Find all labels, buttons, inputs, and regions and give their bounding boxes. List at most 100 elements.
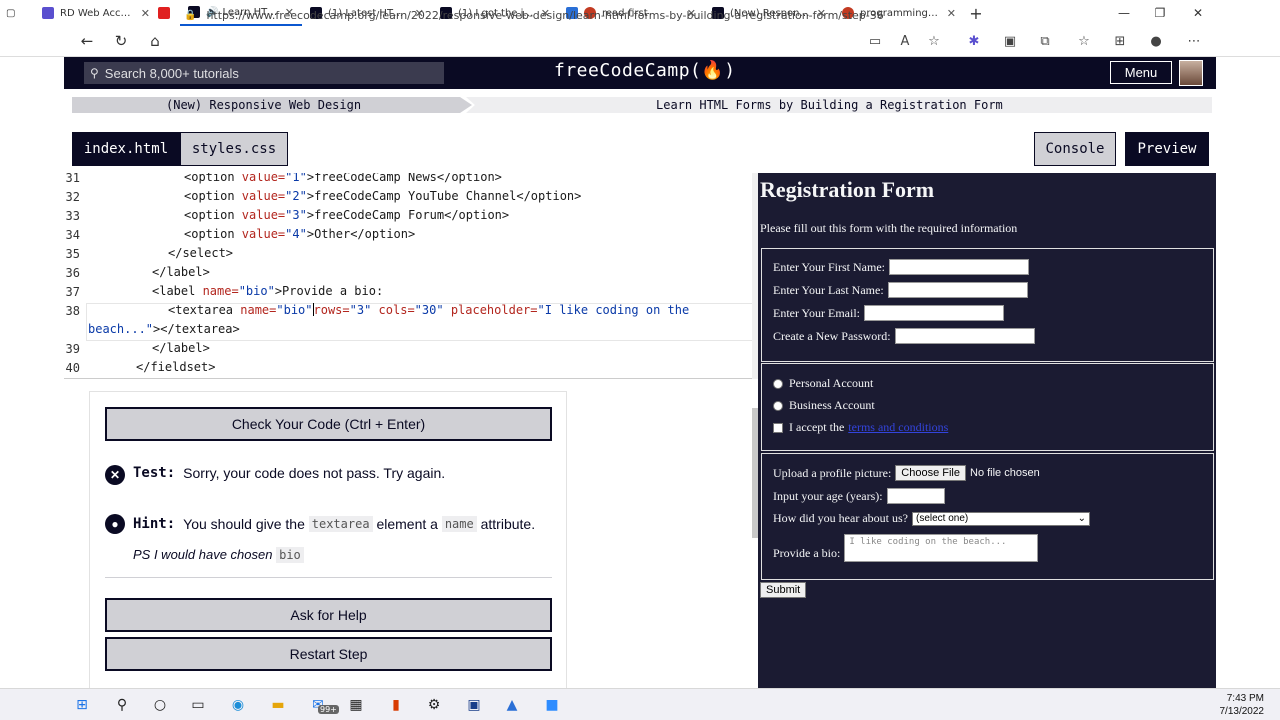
- upload-label: Upload a profile picture:: [773, 465, 892, 480]
- form-title: Registration Form: [760, 177, 935, 202]
- last-name-input[interactable]: [887, 282, 1028, 298]
- check-code-button[interactable]: Check Your Code (Ctrl + Enter): [105, 407, 552, 441]
- referrer-select[interactable]: (select one) ⌄: [911, 511, 1090, 526]
- profile-icon[interactable]: ●: [1144, 30, 1168, 52]
- preview-button[interactable]: Preview: [1125, 132, 1209, 166]
- collections-icon[interactable]: ⊞: [1108, 30, 1132, 52]
- code-line-33: <option value="3">freeCodeCamp Forum</op…: [184, 208, 510, 222]
- fcc-logo[interactable]: freeCodeCamp(🔥): [554, 60, 736, 81]
- chevron-down-icon: ⌄: [1077, 513, 1086, 524]
- browser-tab-rd-web-access[interactable]: RD Web Access ✕: [34, 0, 158, 26]
- search-input[interactable]: ⚲ Search 8,000+ tutorials: [84, 62, 444, 84]
- code-line-39: </label>: [152, 341, 210, 355]
- menu-button[interactable]: Menu: [1110, 61, 1172, 84]
- age-label: Input your age (years):: [773, 488, 883, 503]
- code-editor[interactable]: 31 32 33 34 35 36 37 38 39 40 <option va…: [64, 173, 758, 379]
- personal-account-label: Personal Account: [789, 376, 874, 390]
- code-line-34: <option value="4">Other</option>: [184, 227, 416, 241]
- personal-account-radio[interactable]: [773, 378, 783, 389]
- code-line-38-wrap: beach..."></textarea>: [88, 322, 240, 336]
- test-feedback-card: Check Your Code (Ctrl + Enter) ✕ Test: S…: [89, 391, 567, 688]
- search-icon: ⚲: [90, 66, 99, 80]
- test-message: ✕ Test: Sorry, your code does not pass. …: [105, 465, 445, 485]
- search-icon[interactable]: ⚲: [108, 693, 136, 717]
- tab-index-html[interactable]: index.html: [72, 132, 180, 166]
- maximize-icon[interactable]: ❐: [1142, 0, 1178, 26]
- breadcrumb-course[interactable]: (New) Responsive Web Design: [72, 97, 472, 113]
- line-number: 33: [65, 209, 80, 223]
- minimize-icon[interactable]: —: [1106, 0, 1142, 26]
- referrer-select-value: (select one): [915, 513, 969, 524]
- extension-icon[interactable]: ✱: [962, 30, 986, 52]
- terms-link[interactable]: terms and conditions: [848, 420, 948, 435]
- refresh-icon[interactable]: ↻: [104, 26, 138, 57]
- file-explorer-icon[interactable]: ▬: [264, 693, 292, 717]
- extension-2-icon[interactable]: ▣: [998, 30, 1022, 52]
- terms-checkbox[interactable]: [773, 422, 783, 433]
- line-number: 36: [65, 266, 80, 280]
- bio-textarea[interactable]: I like coding on the beach...: [844, 534, 1039, 562]
- read-aloud-icon[interactable]: A: [893, 30, 917, 52]
- more-menu-icon[interactable]: ⋯: [1182, 30, 1206, 52]
- terms-label: I accept the: [789, 420, 845, 434]
- zoom-icon[interactable]: ■: [538, 693, 566, 717]
- code-line-37: <label name="bio">Provide a bio:: [152, 284, 384, 298]
- password-row: Create a New Password:: [773, 328, 1035, 344]
- store-icon[interactable]: ▦: [342, 693, 370, 717]
- tab-styles-css[interactable]: styles.css: [180, 132, 288, 166]
- url-text: https://www.freecodecamp.org/learn/2022/…: [206, 8, 884, 22]
- cortana-icon[interactable]: ○: [146, 693, 174, 717]
- photos-icon[interactable]: ▲: [498, 693, 526, 717]
- line-number: 32: [65, 190, 80, 204]
- preview-pane: Registration Form Please fill out this f…: [758, 173, 1216, 688]
- password-input[interactable]: [894, 328, 1035, 344]
- upload-row: Upload a profile picture: Choose File No…: [773, 465, 1040, 481]
- personal-account-row: Personal Account: [773, 376, 873, 391]
- close-tab-icon[interactable]: ✕: [947, 7, 956, 20]
- office-icon[interactable]: ▮: [382, 693, 410, 717]
- tab-actions-icon[interactable]: ▢: [0, 0, 24, 26]
- hint-code-textarea: textarea: [308, 516, 373, 532]
- extensions-puzzle-icon[interactable]: ⧉: [1033, 30, 1057, 52]
- console-button[interactable]: Console: [1034, 132, 1116, 166]
- hint-message: ● Hint: You should give the textarea ele…: [105, 514, 535, 534]
- home-icon[interactable]: ⌂: [138, 26, 172, 57]
- favorite-star-icon[interactable]: ☆: [922, 30, 946, 52]
- email-input[interactable]: [864, 305, 1004, 321]
- breadcrumb: (New) Responsive Web Design Learn HTML F…: [64, 89, 1216, 121]
- password-label: Create a New Password:: [773, 328, 891, 343]
- settings-gear-icon[interactable]: ⚙: [420, 693, 448, 717]
- business-account-label: Business Account: [789, 398, 875, 412]
- remote-desktop-icon[interactable]: ▣: [460, 693, 488, 717]
- ps-note: PS I would have chosen bio: [133, 547, 304, 563]
- close-window-icon[interactable]: ✕: [1180, 0, 1216, 26]
- close-tab-icon[interactable]: ✕: [141, 7, 150, 20]
- clock-date: 7/13/2022: [1219, 706, 1265, 717]
- avatar[interactable]: [1179, 60, 1203, 86]
- line-number: 38: [65, 304, 80, 318]
- submit-button[interactable]: Submit: [760, 582, 807, 598]
- ask-for-help-button[interactable]: Ask for Help: [105, 598, 552, 632]
- fieldset-personal-info: Enter Your First Name: Enter Your Last N…: [761, 248, 1214, 362]
- system-clock[interactable]: 7:43 PM 7/13/2022: [1220, 692, 1265, 718]
- reading-view-icon[interactable]: ▭: [863, 30, 887, 52]
- breadcrumb-project[interactable]: Learn HTML Forms by Building a Registrat…: [466, 97, 1212, 113]
- new-tab-button[interactable]: +: [964, 4, 988, 23]
- business-account-radio[interactable]: [773, 400, 783, 411]
- first-name-input[interactable]: [889, 259, 1029, 275]
- red-tab-icon[interactable]: [158, 0, 174, 26]
- age-input[interactable]: [886, 488, 945, 504]
- red-favicon-icon: [158, 7, 170, 19]
- windows-taskbar: ⊞ ⚲ ○ ▭ ◉ ▬ ✉ 99+ ▦ ▮ ⚙ ▣ ▲ ■ 7:43 PM 7/…: [0, 688, 1280, 720]
- restart-step-button[interactable]: Restart Step: [105, 637, 552, 671]
- code-line-38: <textarea name="bio"rows="3" cols="30" p…: [168, 303, 690, 317]
- url-field[interactable]: 🔒 https://www.freecodecamp.org/learn/202…: [184, 4, 894, 26]
- windows-start-icon[interactable]: ⊞: [68, 693, 96, 717]
- code-line-35: </select>: [168, 246, 234, 260]
- task-view-icon[interactable]: ▭: [184, 693, 212, 717]
- edge-browser-icon[interactable]: ◉: [224, 693, 252, 717]
- choose-file-button[interactable]: Choose File: [895, 465, 966, 481]
- favorites-icon[interactable]: ☆: [1072, 30, 1096, 52]
- test-text: Sorry, your code does not pass. Try agai…: [183, 465, 446, 481]
- back-icon[interactable]: ←: [70, 26, 104, 57]
